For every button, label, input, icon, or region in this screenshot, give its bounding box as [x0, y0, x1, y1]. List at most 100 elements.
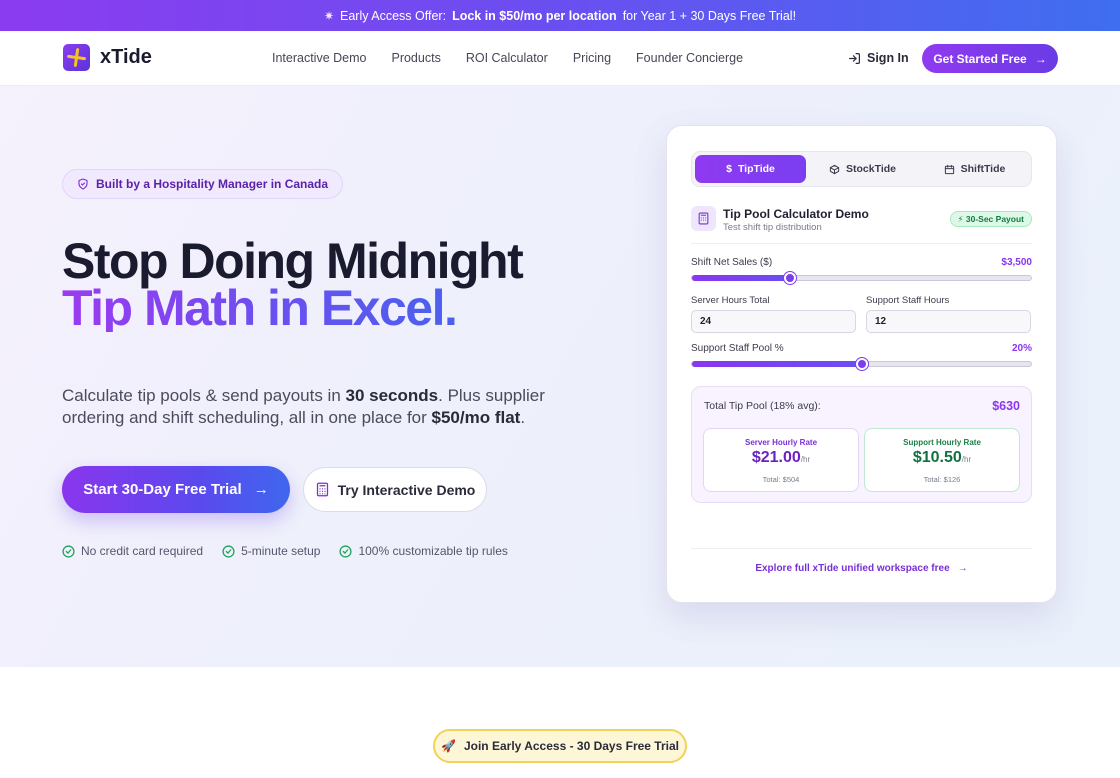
- promo-tail: for Year 1 + 30 Days Free Trial!: [622, 8, 797, 23]
- hospitality-badge: Built by a Hospitality Manager in Canada: [62, 169, 344, 199]
- sales-slider[interactable]: [691, 272, 1032, 284]
- explore-workspace-link[interactable]: Explore full xTide unified workspace fre…: [691, 548, 1032, 574]
- check-circle-icon: [222, 544, 235, 558]
- check-label: No credit card required: [81, 544, 204, 558]
- nav-links: Interactive Demo Products ROI Calculator…: [272, 51, 743, 65]
- sparkle-icon: ✷: [323, 8, 334, 23]
- sales-row: Shift Net Sales ($) $3,500: [691, 257, 1032, 268]
- support-total: Total: $126: [923, 475, 961, 484]
- tip-pool-summary: Total Tip Pool (18% avg): $630 Server Ho…: [691, 386, 1032, 503]
- check-label: 5-minute setup: [241, 544, 321, 558]
- check-circle-icon: [339, 544, 353, 558]
- explore-label: Explore full xTide unified workspace fre…: [755, 563, 950, 574]
- badge-label: Built by a Hospitality Manager in Canada: [96, 177, 329, 191]
- logo-icon: [63, 44, 90, 71]
- pool-pct-slider[interactable]: [691, 358, 1032, 370]
- tab-label: ShiftTide: [960, 163, 1006, 175]
- pool-pct-row: Support Staff Pool % 20%: [691, 343, 1032, 354]
- slider-fill: [692, 275, 791, 281]
- sign-in-icon: [849, 52, 860, 64]
- slider-fill: [692, 361, 862, 367]
- brand-logo[interactable]: xTide: [63, 44, 152, 71]
- pool-pct-label: Support Staff Pool %: [691, 343, 784, 354]
- tab-label: StockTide: [846, 163, 896, 175]
- calculator-icon: [691, 206, 716, 231]
- support-rate-card: Support Hourly Rate $10.50/hr Total: $12…: [864, 428, 1020, 492]
- hero-title: Stop Doing Midnight Tip Math in Excel.: [62, 233, 524, 333]
- hero-title-line1: Stop Doing Midnight: [62, 233, 524, 289]
- server-rate-value: $21.00: [751, 449, 801, 466]
- sales-value: $3,500: [1001, 257, 1032, 268]
- arrow-right-icon: →: [253, 481, 269, 498]
- arrow-right-icon: →: [957, 563, 968, 574]
- nav-link-pricing[interactable]: Pricing: [573, 51, 611, 65]
- payout-badge: ⚡ 30-Sec Payout: [949, 211, 1032, 227]
- demo-title: Tip Pool Calculator Demo: [723, 207, 869, 221]
- server-rate-card: Server Hourly Rate $21.00/hr Total: $504: [703, 428, 859, 492]
- promo-lead: Early Access Offer:: [340, 8, 447, 23]
- promo-banner: ✷ Early Access Offer: Lock in $50/mo per…: [0, 0, 1120, 31]
- get-started-label: Get Started Free: [933, 51, 1027, 66]
- hero-title-line2: Tip Math in Excel.: [62, 283, 522, 333]
- check-item: 5-minute setup: [222, 544, 320, 558]
- join-label: Join Early Access - 30 Days Free Trial: [463, 739, 679, 753]
- sign-in-link[interactable]: Sign In: [848, 51, 909, 65]
- nav-link-roi-calculator[interactable]: ROI Calculator: [466, 51, 548, 65]
- calculator-icon: [316, 482, 328, 497]
- top-nav: xTide Interactive Demo Products ROI Calc…: [0, 31, 1120, 86]
- check-item: 100% customizable tip rules: [339, 544, 508, 558]
- box-icon: [829, 164, 840, 174]
- dollar-icon: $: [726, 163, 732, 175]
- total-pool-value: $630: [992, 399, 1020, 413]
- server-total: Total: $504: [762, 475, 800, 484]
- support-hours-label: Support Staff Hours: [866, 295, 950, 306]
- support-rate-unit: /hr: [961, 455, 972, 464]
- sales-label: Shift Net Sales ($): [691, 257, 773, 268]
- feature-checks: No credit card required 5-minute setup 1…: [62, 544, 508, 558]
- join-early-access-badge[interactable]: 🚀 Join Early Access - 30 Days Free Trial: [433, 729, 687, 763]
- server-rate-label: Server Hourly Rate: [744, 438, 818, 447]
- check-label: 100% customizable tip rules: [358, 544, 508, 558]
- support-rate-value: $10.50: [912, 449, 962, 466]
- support-hours-input[interactable]: [866, 310, 1031, 333]
- slider-thumb[interactable]: [784, 272, 797, 284]
- try-demo-button[interactable]: Try Interactive Demo: [303, 467, 487, 512]
- slider-thumb[interactable]: [855, 358, 868, 370]
- sub-part3: .: [520, 408, 526, 427]
- start-trial-label: Start 30-Day Free Trial: [83, 481, 242, 498]
- product-tabs: $ TipTide StockTide ShiftTide: [691, 151, 1032, 187]
- server-hours-label: Server Hours Total: [691, 295, 770, 306]
- nav-link-founder-concierge[interactable]: Founder Concierge: [636, 51, 743, 65]
- total-pool-label: Total Tip Pool (18% avg):: [704, 400, 821, 412]
- arrow-right-icon: →: [1034, 51, 1047, 66]
- hero-section: Built by a Hospitality Manager in Canada…: [0, 86, 1120, 667]
- get-started-button[interactable]: Get Started Free →: [922, 44, 1058, 73]
- support-rate-label: Support Hourly Rate: [903, 438, 981, 447]
- check-item: No credit card required: [62, 544, 203, 558]
- promo-bold: Lock in $50/mo per location: [452, 8, 617, 23]
- support-rate-value-wrap: $10.50/hr: [865, 449, 1019, 467]
- demo-subtitle: Test shift tip distribution: [723, 222, 822, 233]
- nav-link-interactive-demo[interactable]: Interactive Demo: [272, 51, 366, 65]
- pool-pct-value: 20%: [1011, 343, 1032, 354]
- rocket-icon: 🚀: [441, 739, 456, 753]
- nav-link-products[interactable]: Products: [391, 51, 440, 65]
- tab-stocktide[interactable]: StockTide: [807, 155, 918, 183]
- brand-name: xTide: [100, 46, 152, 68]
- tab-label: TipTide: [737, 163, 775, 175]
- try-demo-label: Try Interactive Demo: [337, 481, 476, 498]
- sub-part1: Calculate tip pools & send payouts in: [62, 386, 346, 405]
- hero-subtitle: Calculate tip pools & send payouts in 30…: [62, 385, 562, 429]
- calendar-icon: [944, 164, 954, 174]
- shield-icon: [78, 178, 88, 190]
- server-hours-input[interactable]: [691, 310, 856, 333]
- demo-header: Tip Pool Calculator Demo Test shift tip …: [691, 206, 1032, 244]
- server-rate-value-wrap: $21.00/hr: [704, 449, 858, 467]
- check-circle-icon: [62, 544, 75, 558]
- tab-tiptide[interactable]: $ TipTide: [695, 155, 806, 183]
- start-trial-button[interactable]: Start 30-Day Free Trial →: [62, 466, 290, 513]
- sub-bold1: 30 seconds: [345, 386, 439, 405]
- sign-in-label: Sign In: [867, 51, 909, 65]
- server-rate-unit: /hr: [800, 455, 811, 464]
- tab-shifttide[interactable]: ShiftTide: [919, 155, 1030, 183]
